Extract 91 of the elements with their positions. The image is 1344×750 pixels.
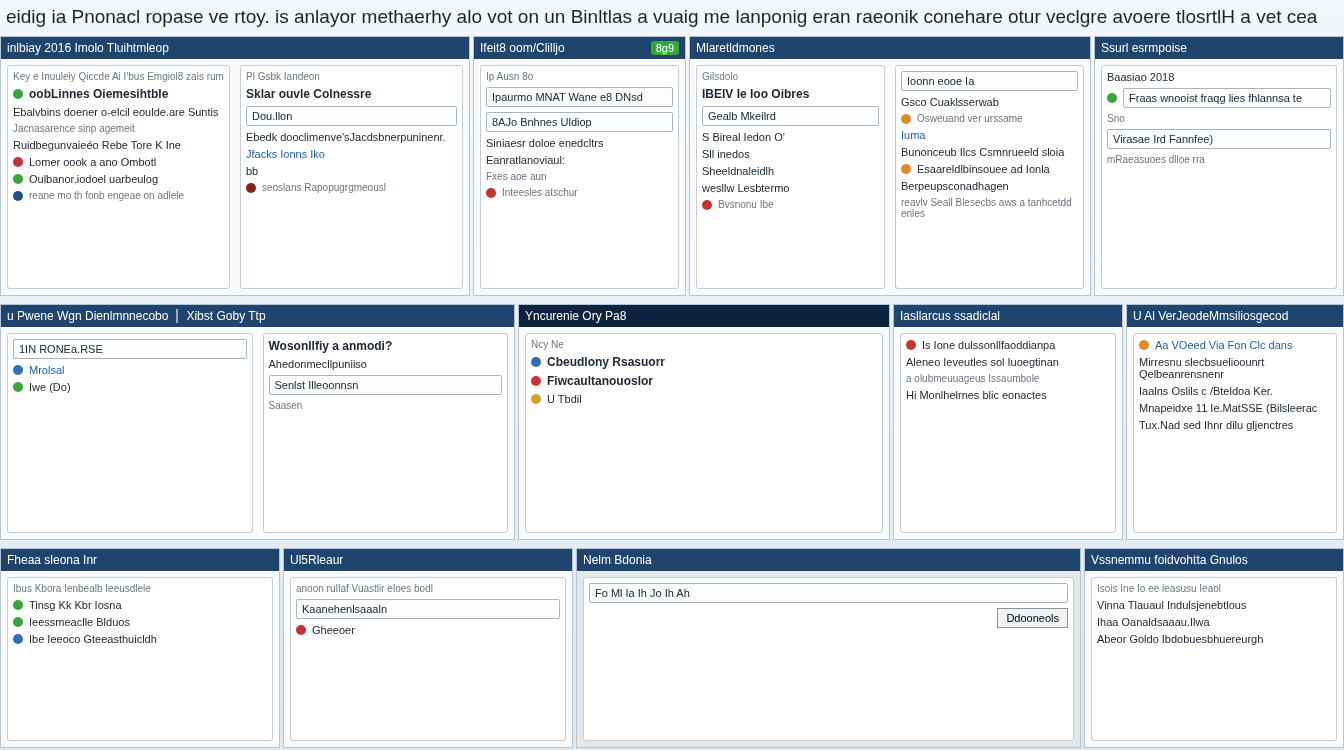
caption-text: Isois Ine Io ee ieasusu Ieaol: [1097, 583, 1221, 594]
input-field[interactable]: Kaanehenlsaaaln: [296, 599, 560, 619]
dialog-button[interactable]: Ddooneols: [997, 608, 1068, 628]
caption-text: Gilsdolo: [702, 71, 739, 82]
list-text: U Tbdil: [547, 393, 582, 405]
input-field[interactable]: Fo Ml Ia Ih Jo Ih Ah: [589, 583, 1068, 603]
input-field[interactable]: Virasae Ird Fannfee): [1107, 129, 1331, 149]
window-title: Ssurl esrmpoise: [1101, 41, 1188, 55]
list-text: S Bireal Iedon O': [702, 131, 785, 143]
caption-text: anoon ruIlaf Vuastlir eloes bodl: [296, 583, 433, 594]
list-text: Ihaa Oanaldsaaau.Ilwa: [1097, 616, 1210, 628]
list-text: Baasiao 2018: [1107, 71, 1175, 83]
list-text: Ebalvbins doener o-elcil eoulde.are Suntis: [13, 106, 219, 118]
caption-text: Pl Gsbk Iandeon: [246, 71, 320, 82]
link[interactable]: Aa VOeed Via Fon Clc dans: [1155, 339, 1293, 351]
input-field[interactable]: Ioonn eooe Ia: [901, 71, 1078, 91]
caption-text: reavlv Seall Blesecbs aws a tanhcetdd enles: [901, 197, 1073, 219]
window-title: Yncurenie Ory Pa8: [525, 309, 627, 323]
list-text: Tinsg Kk Kbr Iosna: [29, 599, 122, 611]
link[interactable]: Iuma: [901, 129, 926, 141]
caption-text: Inteesles atschur: [502, 187, 578, 198]
caption-text: Saasen: [268, 400, 303, 411]
list-text: Abeor Goldo Ibdobuesbhuereurgh: [1097, 633, 1264, 645]
list-text: Siniaesr doloe enedcltrs: [486, 137, 604, 149]
caption-text: Bvsnonu Ibe: [718, 199, 774, 210]
window-title: Nelm Bdonia: [583, 553, 652, 567]
caption-text: Key e Inuuleiy Qiccde Ai I'bus Emgiol8 zais rum: [13, 71, 224, 82]
list-text: Iaalns Oslils c /Bteldoa Ker.: [1139, 385, 1273, 397]
link[interactable]: Jfacks Ionns Iko: [246, 148, 325, 160]
list-text: Oulbanor.iodoel uarbeulog: [29, 173, 159, 185]
list-text: wesllw Lesbtermo: [702, 182, 790, 194]
caption-text: seoslans Rapopugrgmeousl: [262, 182, 386, 193]
caption-text: a olubmeuuageus Issaumbole: [906, 373, 1040, 384]
list-text: Ruidbegunvaieéo Rebe Tore K Ine: [13, 139, 181, 151]
count-badge: 8g9: [650, 41, 679, 55]
link[interactable]: Mrolsal: [29, 364, 65, 376]
input-field[interactable]: 1IN RONEa.RSE: [13, 339, 247, 359]
window-title: inlbiay 2016 Imolo Tluihtmleop: [7, 41, 169, 55]
list-text: Sll inedos: [702, 148, 750, 160]
caption-text: Sno: [1107, 113, 1125, 124]
list-text: Berpeupsconadhagen: [901, 180, 1009, 192]
section-heading: Sklar ouvle Colnessre: [246, 87, 372, 101]
input-field[interactable]: Ipaurmo MNAT Wane e8 DNsd: [486, 87, 673, 107]
list-text: Mirresnu slecbsuelioounrt Qelbeanrensnenr: [1139, 356, 1266, 380]
input-field[interactable]: 8AJo Bnhnes Uldiop: [486, 112, 673, 132]
window-title: Ifeit8 oom/Clilljo: [480, 41, 565, 55]
input-field[interactable]: Dou.llon: [246, 106, 457, 126]
window-title: Iasllarcus ssadiclal: [900, 309, 1001, 323]
input-field[interactable]: Senlst Illeoonnsn: [268, 375, 502, 395]
list-text: Ibe Ieeoco Gteeasthuicldh: [29, 633, 157, 645]
input-field[interactable]: Fraas wnooist fraqg lies fhlannsa te: [1123, 88, 1331, 108]
caption-text: Ibus Kbora Ienbealb Ieeusdlele: [13, 583, 151, 594]
window-title: u Pwene Wgn Dienlmnnecobo: [7, 309, 169, 323]
list-text: Esaareldlbinsouee ad Ionla: [917, 163, 1050, 175]
section-heading: Cbeudlony Rsasuorr: [547, 355, 666, 369]
list-text: Ebedk dooclimenve'sJacdsbnerpuninenr.: [246, 131, 446, 143]
section-heading: Fiwcaultanouoslor: [547, 374, 653, 388]
input-field[interactable]: Gealb Mkeilrd: [702, 106, 879, 126]
list-text: Gheeoer: [312, 624, 355, 636]
list-text: Mnapeidxe 11 Ie.MatSSE (Bilsleerac: [1139, 402, 1318, 414]
window-title: Vssnemmu foidvohtta Gnulos: [1091, 553, 1248, 567]
list-text: Ieessmeaclle Blduos: [29, 616, 130, 628]
section-heading: IBEIV Ie Ioo Oibres: [702, 87, 810, 101]
caption-text: Ncy Ne: [531, 339, 564, 350]
list-text: Is Ione dulssonllfaoddianpa: [922, 339, 1056, 351]
caption-text: Osweuand ver urssame: [917, 113, 1023, 124]
window-title: Mlaretldmones: [696, 41, 775, 55]
list-text: Iwe (Do): [29, 381, 71, 393]
list-text: bb: [246, 165, 259, 177]
list-text: Vinna Tlauaul Indulsjenebtlous: [1097, 599, 1247, 611]
list-text: Bunonceub Ilcs Csmnrueeld sloia: [901, 146, 1065, 158]
list-text: Ahedonmecllpuniiso: [268, 358, 367, 370]
caption-text: Jacnasarence sinp agemeit: [13, 123, 135, 134]
list-text: Gsco Cuaklsserwab: [901, 96, 999, 108]
section-heading: Wosonllfiy a anmodi?: [268, 339, 393, 353]
caption-text: mRaeasuoes dlloe rra: [1107, 154, 1205, 165]
window-title: Ul5Rleaur: [290, 553, 344, 567]
headline: eidig ia Pnonacl ropase ve rtoy. is anlayor methaerhy alo vot on un Binltlas a vuaig me lanponig eran raeonik conehare otur veclgre avoere tlosrtlH a vet cea: [5, 6, 1319, 28]
list-text: Aleneo Ieveutles sol Iuoegtinan: [906, 356, 1059, 368]
list-text: Sheeldnaleidlh: [702, 165, 775, 177]
window-title: U Al VerJeodeMmsiliosgecod: [1133, 309, 1289, 323]
caption-text: Fxes aoe aun: [486, 171, 547, 182]
list-text: Eanratlanoviaul:: [486, 154, 565, 166]
caption-text: reane mo th fonb engeae on adlele: [29, 190, 185, 201]
list-text: Lomer oook a ano Ombotl: [29, 156, 157, 168]
section-heading: oobLinnes Oiemesihtble: [29, 87, 169, 101]
list-text: Tux.Nad sed Ihnr dilu gljenctres: [1139, 419, 1294, 431]
window-tab[interactable]: Xibst Goby Ttp: [176, 309, 266, 323]
caption-text: Ip Ausn 8o: [486, 71, 534, 82]
window-title: Fheaa sleona Inr: [7, 553, 98, 567]
list-text: Hi Monlhelrnes blic eonactes: [906, 389, 1047, 401]
